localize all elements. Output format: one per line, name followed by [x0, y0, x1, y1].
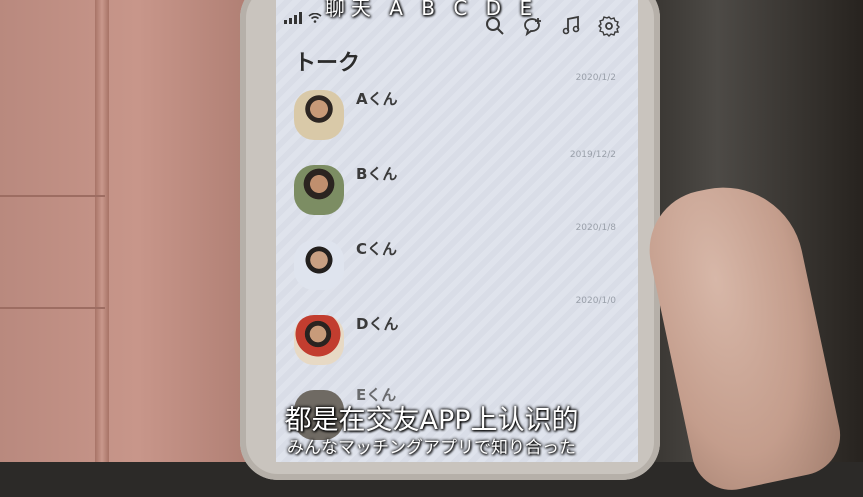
phone-case-background [0, 0, 250, 462]
top-overlay-text: 聊天 A B C D E [324, 0, 539, 20]
chat-date: 2020/1/8 [575, 223, 616, 233]
chat-name: Aくん [356, 90, 398, 108]
chat-date: 2020/1/0 [575, 296, 616, 306]
chat-row-d[interactable]: Dくん 2020/1/0 [276, 295, 638, 370]
chat-date: 2019/12/2 [569, 150, 616, 160]
phone-screen: トーク Aくん 2020/1/2 Bくん 2019/12/2 Cくん 2020/… [276, 0, 638, 462]
chat-name: Cくん [356, 240, 398, 258]
chat-name: Bくん [356, 165, 398, 183]
subtitle-japanese: みんなマッチングアプリで知り合った [287, 438, 576, 458]
avatar [294, 240, 344, 290]
subtitle-chinese: 都是在交友APP上认识的 [284, 405, 579, 436]
case-flap [0, 195, 105, 309]
avatar [294, 165, 344, 215]
chat-row-c[interactable]: Cくん 2020/1/8 [276, 220, 638, 295]
avatar [294, 90, 344, 140]
chat-date: 2020/1/2 [575, 73, 616, 83]
chat-name: Dくん [356, 315, 399, 333]
avatar [294, 315, 344, 365]
chat-row-a[interactable]: Aくん 2020/1/2 [276, 70, 638, 145]
chat-row-b[interactable]: Bくん 2019/12/2 [276, 145, 638, 220]
